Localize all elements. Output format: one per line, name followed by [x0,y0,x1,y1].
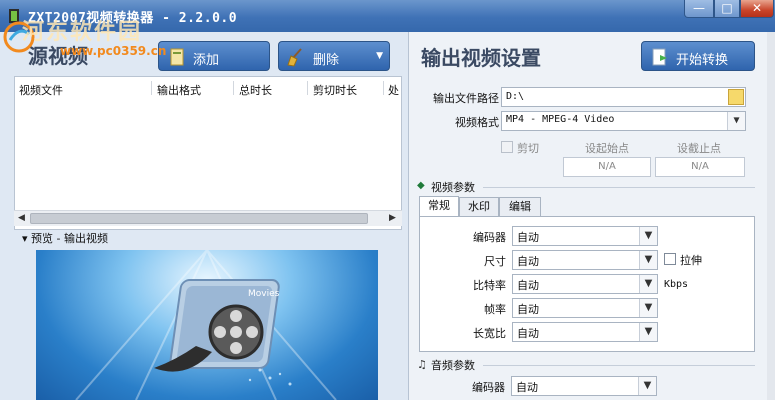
stretch-label: 拉伸 [680,254,702,267]
tab-watermark[interactable]: 水印 [459,197,499,217]
chevron-down-icon[interactable]: ▼ [639,299,657,317]
chevron-down-icon[interactable]: ▼ [638,377,656,395]
framerate-label: 帧率 [484,303,506,316]
tab-edit[interactable]: 编辑 [499,197,541,217]
svg-text:Movies: Movies [248,289,280,299]
add-button[interactable]: 添加 [158,41,270,71]
movie-reel-icon: Movies [75,250,337,400]
chevron-down-icon[interactable]: ▼ [376,51,383,61]
audio-params-title: 音频参数 [431,359,475,372]
column-header[interactable]: 处 [388,82,399,98]
source-panel: 源视频 添加 删除 ▼ 视频文件 输出格式 总时长 剪切时长 处 ◀ ▶ ▾ 预… [0,32,404,400]
column-header[interactable]: 总时长 [239,82,272,98]
output-path-label: 输出文件路径 [433,92,499,105]
tab-general[interactable]: 常规 [419,196,459,217]
scroll-left-icon[interactable]: ◀ [18,213,25,223]
start-convert-button[interactable]: 开始转换 [641,41,755,71]
chevron-down-icon[interactable]: ▼ [639,251,657,269]
video-params-icon: ◆ [417,180,425,191]
output-path-field[interactable]: D:\ [501,87,746,107]
watermark-text: 河东软件园 [22,20,143,45]
bitrate-unit: Kbps [664,279,689,290]
size-select[interactable]: 自动 ▼ [512,250,658,270]
aspect-ratio-select[interactable]: 自动 ▼ [512,322,658,342]
audio-codec-select[interactable]: 自动 ▼ [511,376,657,396]
bitrate-label: 比特率 [473,279,506,292]
framerate-select[interactable]: 自动 ▼ [512,298,658,318]
preview-area: Movies [36,250,378,400]
maximize-button[interactable]: □ [714,0,740,18]
audio-params-icon: ♫ [417,358,427,371]
close-button[interactable]: ✕ [740,0,774,18]
watermark-url: www.pc0359.cn [60,44,167,58]
video-format-label: 视频格式 [455,116,499,129]
add-file-icon [170,48,184,66]
minimize-button[interactable]: — [684,0,714,18]
output-title: 输出视频设置 [421,46,541,70]
chevron-down-icon[interactable]: ▼ [639,227,657,245]
general-tab-panel: 编码器 自动 ▼ 尺寸 自动 ▼ 拉伸 比特率 自动 ▼ Kbps 帧率 自动 ▼ 长宽… [419,216,755,352]
video-codec-select[interactable]: 自动 ▼ [512,226,658,246]
cut-label: 剪切 [517,142,539,155]
scroll-right-icon[interactable]: ▶ [389,213,396,223]
aspect-ratio-label: 长宽比 [473,327,506,340]
chevron-down-icon[interactable]: ▼ [639,323,657,341]
file-list[interactable]: 视频文件 输出格式 总时长 剪切时长 处 [14,76,402,230]
chevron-down-icon[interactable]: ▼ [639,275,657,293]
bitrate-select[interactable]: 自动 ▼ [512,274,658,294]
scroll-thumb[interactable] [30,213,368,224]
end-point-label: 设截止点 [677,142,721,155]
start-point-label: 设起始点 [585,142,629,155]
output-panel: 输出视频设置 开始转换 输出文件路径 D:\ 视频格式 MP4 - MPEG-4… [408,32,775,400]
horizontal-scrollbar[interactable]: ◀ ▶ [14,210,402,226]
chevron-down-icon[interactable]: ▼ [727,112,745,130]
end-point-field[interactable]: N/A [655,157,745,177]
convert-icon [652,48,667,66]
folder-icon[interactable] [728,89,744,105]
video-format-select[interactable]: MP4 - MPEG-4 Video ▼ [501,111,746,131]
delete-button[interactable]: 删除 ▼ [278,41,390,71]
broom-icon [287,48,302,67]
column-header[interactable]: 视频文件 [19,82,63,98]
column-header[interactable]: 剪切时长 [313,82,357,98]
column-header[interactable]: 输出格式 [157,82,201,98]
size-label: 尺寸 [484,255,506,268]
start-point-field[interactable]: N/A [563,157,651,177]
cut-checkbox[interactable] [501,141,513,153]
vertical-scrollbar[interactable] [767,32,775,400]
preview-header[interactable]: ▾ 预览 - 输出视频 [22,230,108,246]
audio-codec-label: 编码器 [472,381,505,394]
video-params-title: 视频参数 [431,181,475,194]
stretch-checkbox[interactable] [664,253,676,265]
video-codec-label: 编码器 [473,231,506,244]
